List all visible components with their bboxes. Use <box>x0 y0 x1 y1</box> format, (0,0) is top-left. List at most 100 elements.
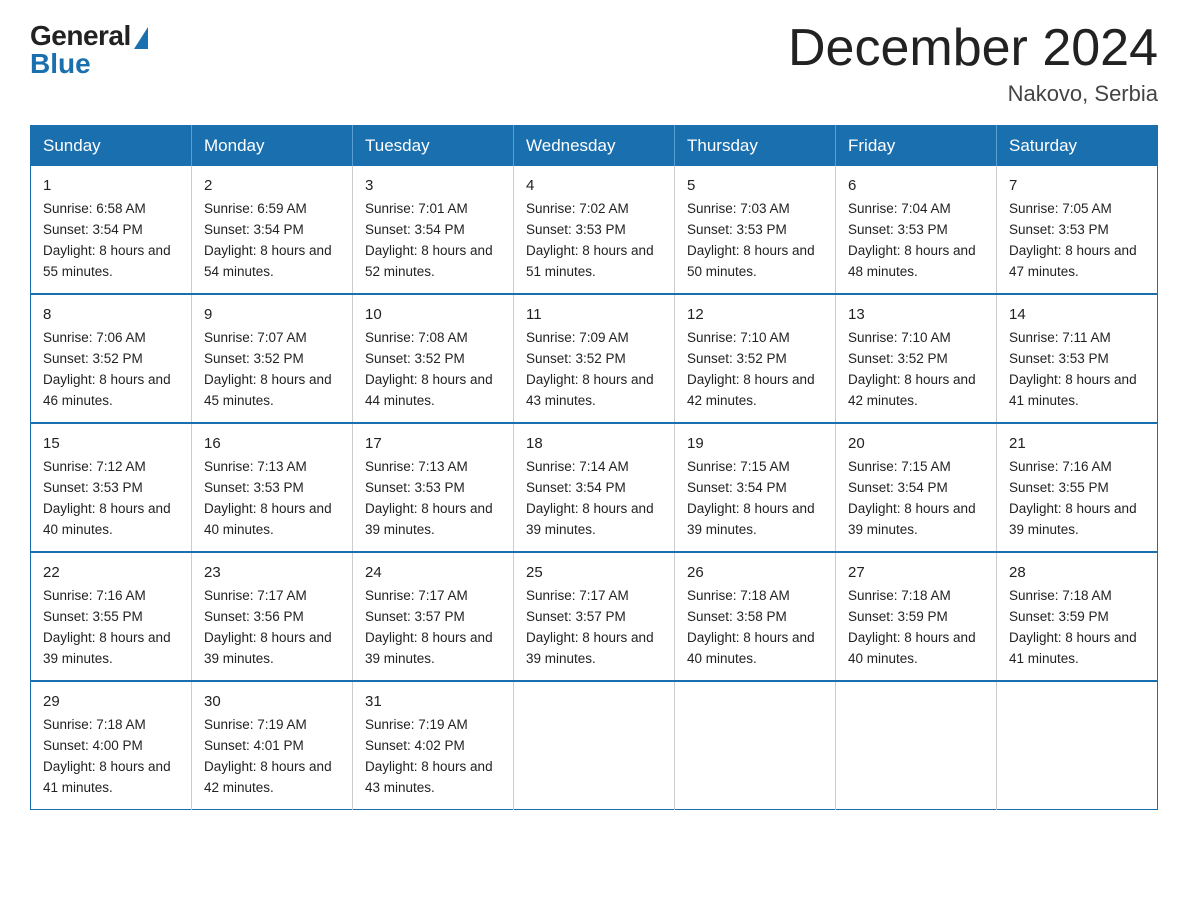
day-number: 4 <box>526 174 664 197</box>
day-info: Sunrise: 7:08 AM Sunset: 3:52 PM Dayligh… <box>365 330 493 408</box>
page-header: General Blue December 2024 Nakovo, Serbi… <box>30 20 1158 107</box>
calendar-table: SundayMondayTuesdayWednesdayThursdayFrid… <box>30 125 1158 810</box>
day-info: Sunrise: 7:19 AM Sunset: 4:02 PM Dayligh… <box>365 717 493 795</box>
day-info: Sunrise: 7:07 AM Sunset: 3:52 PM Dayligh… <box>204 330 332 408</box>
day-number: 20 <box>848 432 986 455</box>
calendar-header-row: SundayMondayTuesdayWednesdayThursdayFrid… <box>31 126 1158 167</box>
col-header-sunday: Sunday <box>31 126 192 167</box>
calendar-cell: 6Sunrise: 7:04 AM Sunset: 3:53 PM Daylig… <box>836 166 997 294</box>
day-info: Sunrise: 7:01 AM Sunset: 3:54 PM Dayligh… <box>365 201 493 279</box>
day-number: 27 <box>848 561 986 584</box>
col-header-wednesday: Wednesday <box>514 126 675 167</box>
day-info: Sunrise: 7:15 AM Sunset: 3:54 PM Dayligh… <box>848 459 976 537</box>
calendar-cell: 25 Sunrise: 7:17 AM Sunset: 3:57 PM Dayli… <box>514 552 675 681</box>
calendar-cell: 11 Sunrise: 7:09 AM Sunset: 3:52 PM Dayli… <box>514 294 675 423</box>
day-info: Sunrise: 7:16 AM Sunset: 3:55 PM Dayligh… <box>43 588 171 666</box>
day-info: Sunrise: 7:18 AM Sunset: 3:59 PM Dayligh… <box>848 588 976 666</box>
col-header-tuesday: Tuesday <box>353 126 514 167</box>
location-label: Nakovo, Serbia <box>788 81 1158 107</box>
calendar-cell: 18 Sunrise: 7:14 AM Sunset: 3:54 PM Dayli… <box>514 423 675 552</box>
day-info: Sunrise: 7:05 AM Sunset: 3:53 PM Dayligh… <box>1009 201 1137 279</box>
calendar-cell: 13 Sunrise: 7:10 AM Sunset: 3:52 PM Dayli… <box>836 294 997 423</box>
calendar-week-row: 1Sunrise: 6:58 AM Sunset: 3:54 PM Daylig… <box>31 166 1158 294</box>
day-info: Sunrise: 7:18 AM Sunset: 4:00 PM Dayligh… <box>43 717 171 795</box>
calendar-cell <box>675 681 836 809</box>
logo: General Blue <box>30 20 148 80</box>
calendar-cell: 24 Sunrise: 7:17 AM Sunset: 3:57 PM Dayli… <box>353 552 514 681</box>
day-number: 16 <box>204 432 342 455</box>
col-header-monday: Monday <box>192 126 353 167</box>
calendar-cell: 29 Sunrise: 7:18 AM Sunset: 4:00 PM Dayli… <box>31 681 192 809</box>
day-number: 22 <box>43 561 181 584</box>
day-number: 11 <box>526 303 664 326</box>
day-number: 13 <box>848 303 986 326</box>
calendar-cell: 28 Sunrise: 7:18 AM Sunset: 3:59 PM Dayli… <box>997 552 1158 681</box>
day-number: 14 <box>1009 303 1147 326</box>
calendar-cell: 21Sunrise: 7:16 AM Sunset: 3:55 PM Dayli… <box>997 423 1158 552</box>
day-info: Sunrise: 7:17 AM Sunset: 3:57 PM Dayligh… <box>526 588 654 666</box>
calendar-cell <box>997 681 1158 809</box>
day-info: Sunrise: 7:10 AM Sunset: 3:52 PM Dayligh… <box>848 330 976 408</box>
calendar-cell: 7Sunrise: 7:05 AM Sunset: 3:53 PM Daylig… <box>997 166 1158 294</box>
title-area: December 2024 Nakovo, Serbia <box>788 20 1158 107</box>
day-info: Sunrise: 7:06 AM Sunset: 3:52 PM Dayligh… <box>43 330 171 408</box>
day-info: Sunrise: 7:09 AM Sunset: 3:52 PM Dayligh… <box>526 330 654 408</box>
day-number: 31 <box>365 690 503 713</box>
calendar-cell: 1Sunrise: 6:58 AM Sunset: 3:54 PM Daylig… <box>31 166 192 294</box>
calendar-week-row: 15 Sunrise: 7:12 AM Sunset: 3:53 PM Dayli… <box>31 423 1158 552</box>
day-info: Sunrise: 7:11 AM Sunset: 3:53 PM Dayligh… <box>1009 330 1137 408</box>
calendar-cell: 10Sunrise: 7:08 AM Sunset: 3:52 PM Dayli… <box>353 294 514 423</box>
calendar-cell: 9 Sunrise: 7:07 AM Sunset: 3:52 PM Daylig… <box>192 294 353 423</box>
calendar-cell: 31 Sunrise: 7:19 AM Sunset: 4:02 PM Dayli… <box>353 681 514 809</box>
col-header-thursday: Thursday <box>675 126 836 167</box>
day-info: Sunrise: 7:18 AM Sunset: 3:59 PM Dayligh… <box>1009 588 1137 666</box>
calendar-cell: 8 Sunrise: 7:06 AM Sunset: 3:52 PM Daylig… <box>31 294 192 423</box>
calendar-cell: 16 Sunrise: 7:13 AM Sunset: 3:53 PM Dayli… <box>192 423 353 552</box>
calendar-cell: 20 Sunrise: 7:15 AM Sunset: 3:54 PM Dayli… <box>836 423 997 552</box>
calendar-cell <box>836 681 997 809</box>
calendar-cell: 12 Sunrise: 7:10 AM Sunset: 3:52 PM Dayli… <box>675 294 836 423</box>
day-number: 23 <box>204 561 342 584</box>
month-title: December 2024 <box>788 20 1158 77</box>
day-info: Sunrise: 7:12 AM Sunset: 3:53 PM Dayligh… <box>43 459 171 537</box>
calendar-cell: 26Sunrise: 7:18 AM Sunset: 3:58 PM Dayli… <box>675 552 836 681</box>
day-number: 15 <box>43 432 181 455</box>
calendar-cell: 23 Sunrise: 7:17 AM Sunset: 3:56 PM Dayli… <box>192 552 353 681</box>
day-info: Sunrise: 7:19 AM Sunset: 4:01 PM Dayligh… <box>204 717 332 795</box>
calendar-week-row: 22 Sunrise: 7:16 AM Sunset: 3:55 PM Dayli… <box>31 552 1158 681</box>
day-number: 9 <box>204 303 342 326</box>
day-info: Sunrise: 7:15 AM Sunset: 3:54 PM Dayligh… <box>687 459 815 537</box>
day-info: Sunrise: 7:03 AM Sunset: 3:53 PM Dayligh… <box>687 201 815 279</box>
day-info: Sunrise: 7:13 AM Sunset: 3:53 PM Dayligh… <box>204 459 332 537</box>
day-info: Sunrise: 7:17 AM Sunset: 3:56 PM Dayligh… <box>204 588 332 666</box>
logo-triangle-icon <box>134 27 148 49</box>
calendar-cell: 30Sunrise: 7:19 AM Sunset: 4:01 PM Dayli… <box>192 681 353 809</box>
day-number: 8 <box>43 303 181 326</box>
day-number: 24 <box>365 561 503 584</box>
day-info: Sunrise: 7:02 AM Sunset: 3:53 PM Dayligh… <box>526 201 654 279</box>
calendar-cell: 3Sunrise: 7:01 AM Sunset: 3:54 PM Daylig… <box>353 166 514 294</box>
day-number: 2 <box>204 174 342 197</box>
day-number: 26 <box>687 561 825 584</box>
day-info: Sunrise: 6:59 AM Sunset: 3:54 PM Dayligh… <box>204 201 332 279</box>
day-number: 29 <box>43 690 181 713</box>
day-number: 18 <box>526 432 664 455</box>
day-info: Sunrise: 7:17 AM Sunset: 3:57 PM Dayligh… <box>365 588 493 666</box>
day-number: 12 <box>687 303 825 326</box>
col-header-friday: Friday <box>836 126 997 167</box>
calendar-cell: 15 Sunrise: 7:12 AM Sunset: 3:53 PM Dayli… <box>31 423 192 552</box>
day-number: 25 <box>526 561 664 584</box>
calendar-cell: 17Sunrise: 7:13 AM Sunset: 3:53 PM Dayli… <box>353 423 514 552</box>
day-number: 21 <box>1009 432 1147 455</box>
calendar-week-row: 8 Sunrise: 7:06 AM Sunset: 3:52 PM Daylig… <box>31 294 1158 423</box>
calendar-cell: 22 Sunrise: 7:16 AM Sunset: 3:55 PM Dayli… <box>31 552 192 681</box>
day-number: 28 <box>1009 561 1147 584</box>
day-number: 19 <box>687 432 825 455</box>
day-info: Sunrise: 7:10 AM Sunset: 3:52 PM Dayligh… <box>687 330 815 408</box>
calendar-cell: 5Sunrise: 7:03 AM Sunset: 3:53 PM Daylig… <box>675 166 836 294</box>
calendar-week-row: 29 Sunrise: 7:18 AM Sunset: 4:00 PM Dayli… <box>31 681 1158 809</box>
calendar-cell: 19 Sunrise: 7:15 AM Sunset: 3:54 PM Dayli… <box>675 423 836 552</box>
col-header-saturday: Saturday <box>997 126 1158 167</box>
calendar-cell: 14 Sunrise: 7:11 AM Sunset: 3:53 PM Dayli… <box>997 294 1158 423</box>
day-info: Sunrise: 7:14 AM Sunset: 3:54 PM Dayligh… <box>526 459 654 537</box>
